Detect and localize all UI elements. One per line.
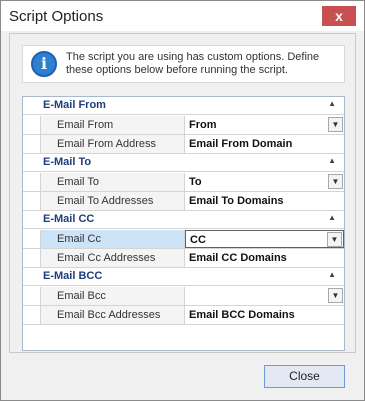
info-banner: i The script you are using has custom op… (22, 45, 345, 83)
category-label: E-Mail To (43, 156, 92, 168)
property-name: Email Cc Addresses (40, 249, 185, 267)
property-value-input[interactable]: Email BCC Domains (185, 306, 344, 324)
row-gutter (23, 135, 40, 153)
property-row[interactable]: Email To To ▼ (23, 173, 344, 192)
property-value-input[interactable]: Email CC Domains (185, 249, 344, 267)
property-value-input[interactable]: Email To Domains (185, 192, 344, 210)
category-header[interactable]: E-Mail From ▲ (23, 97, 344, 115)
title-bar: Script Options x (1, 1, 364, 31)
collapse-arrow-icon[interactable]: ▲ (328, 156, 336, 165)
chevron-down-icon[interactable]: ▼ (328, 117, 343, 132)
script-options-dialog: Script Options x i The script you are us… (0, 0, 365, 401)
info-text: The script you are using has custom opti… (66, 51, 320, 76)
property-row[interactable]: Email Bcc ▼ (23, 287, 344, 306)
property-grid: E-Mail From ▲ Email From From ▼ Email From Ad… (22, 96, 345, 351)
property-name: Email To Addresses (40, 192, 185, 210)
category-label: E-Mail BCC (43, 270, 103, 282)
chevron-down-icon[interactable]: ▼ (328, 288, 343, 303)
category-label: E-Mail From (43, 99, 106, 111)
property-name: Email From (40, 116, 185, 134)
property-row[interactable]: Email Cc CC ▼ (23, 230, 344, 249)
close-button[interactable]: Close (264, 365, 345, 388)
window-title: Script Options (9, 8, 104, 25)
property-value-text: Email From Domain (189, 138, 293, 150)
collapse-arrow-icon[interactable]: ▲ (328, 270, 336, 279)
property-name: Email To (40, 173, 185, 191)
property-row[interactable]: Email Bcc Addresses Email BCC Domains (23, 306, 344, 325)
property-row[interactable]: Email From Address Email From Domain (23, 135, 344, 154)
window-close-button[interactable]: x (322, 6, 356, 26)
property-name: Email Cc (40, 230, 185, 248)
row-gutter (23, 306, 40, 324)
property-value-text: Email CC Domains (189, 252, 287, 264)
property-name: Email From Address (40, 135, 185, 153)
property-row[interactable]: Email From From ▼ (23, 116, 344, 135)
row-gutter (23, 249, 40, 267)
property-value-text: To (189, 176, 202, 188)
property-value-select[interactable]: From ▼ (185, 116, 344, 134)
property-value-select[interactable]: CC ▼ (185, 230, 344, 248)
property-row[interactable]: Email Cc Addresses Email CC Domains (23, 249, 344, 268)
property-value-text: Email BCC Domains (189, 309, 295, 321)
property-name: Email Bcc Addresses (40, 306, 185, 324)
row-gutter (23, 173, 40, 191)
collapse-arrow-icon[interactable]: ▲ (328, 213, 336, 222)
chevron-down-icon[interactable]: ▼ (327, 232, 342, 247)
property-name: Email Bcc (40, 287, 185, 305)
property-value-text: CC (190, 234, 206, 246)
category-header[interactable]: E-Mail BCC ▲ (23, 268, 344, 286)
property-value-input[interactable]: Email From Domain (185, 135, 344, 153)
property-value-text: Email To Domains (189, 195, 284, 207)
row-gutter (23, 287, 40, 305)
category-label: E-Mail CC (43, 213, 95, 225)
dialog-content: i The script you are using has custom op… (9, 33, 356, 353)
property-value-select[interactable]: ▼ (185, 287, 344, 305)
row-gutter (23, 192, 40, 210)
collapse-arrow-icon[interactable]: ▲ (328, 99, 336, 108)
chevron-down-icon[interactable]: ▼ (328, 174, 343, 189)
info-icon: i (31, 51, 57, 77)
property-value-select[interactable]: To ▼ (185, 173, 344, 191)
row-gutter (23, 116, 40, 134)
dialog-footer: Close (1, 355, 364, 401)
property-value-text: From (189, 119, 217, 131)
category-header[interactable]: E-Mail To ▲ (23, 154, 344, 172)
category-header[interactable]: E-Mail CC ▲ (23, 211, 344, 229)
property-row[interactable]: Email To Addresses Email To Domains (23, 192, 344, 211)
row-gutter (23, 230, 40, 248)
